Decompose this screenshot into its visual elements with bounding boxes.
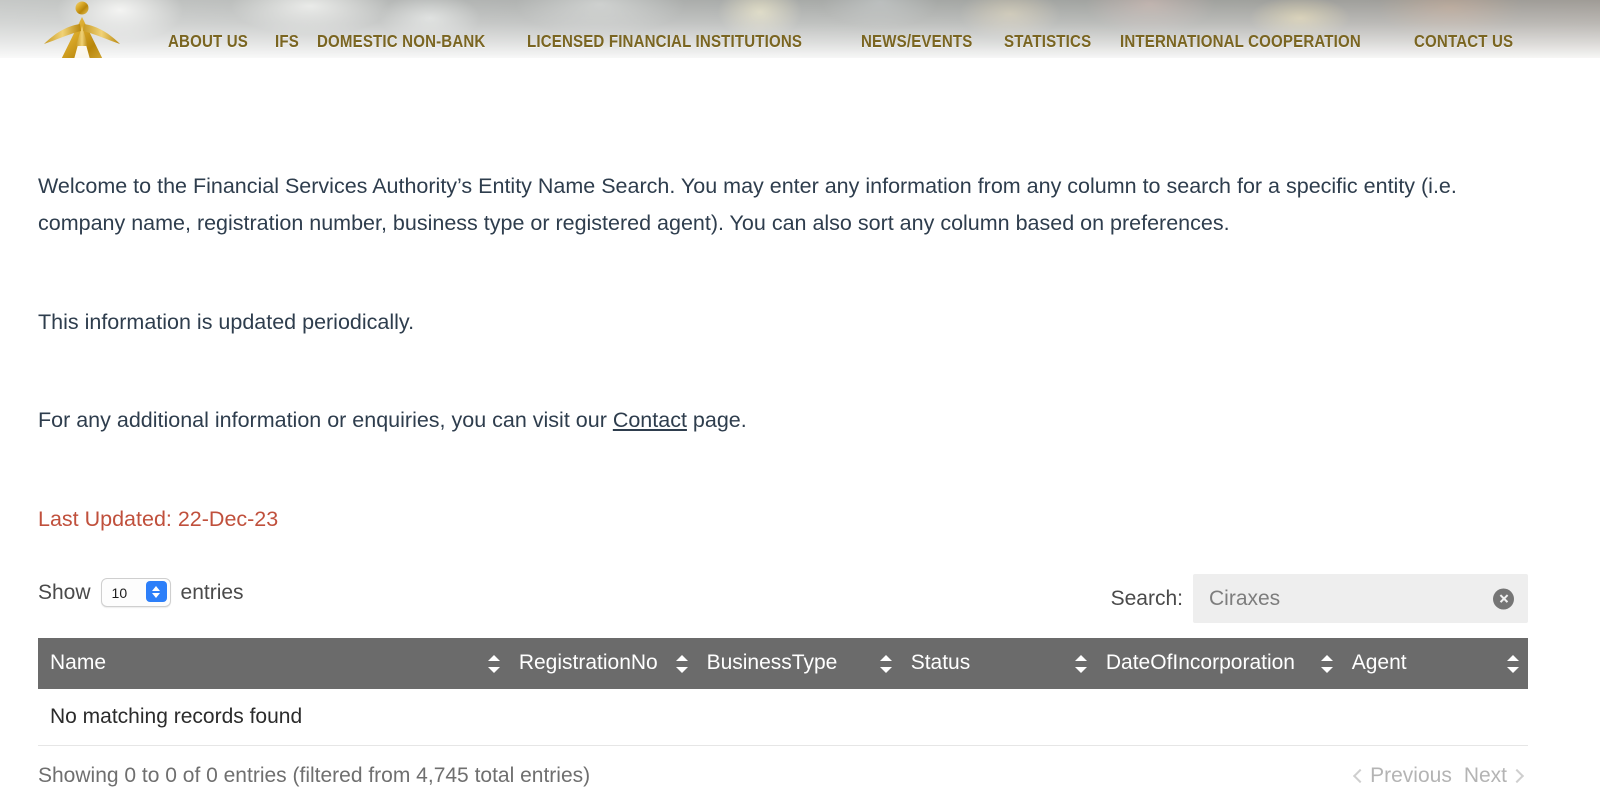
column-header-dateofincorporation[interactable]: DateOfIncorporation [1095,638,1342,689]
column-header-dateofincorporation-label: DateOfIncorporation [1105,651,1295,674]
table-info-text: Showing 0 to 0 of 0 entries (filtered fr… [38,764,591,787]
column-header-name[interactable]: Name [38,638,509,689]
contact-page-link[interactable]: Contact [613,408,687,432]
intro-paragraph-3: For any additional information or enquir… [38,402,747,439]
column-header-agent-label: Agent [1351,651,1407,674]
chevron-left-icon [1353,768,1368,784]
entries-label: entries [180,580,244,604]
page-length-value: 10 [111,584,128,601]
nav-item-contact-us[interactable]: CONTACT US [1414,31,1513,52]
sort-both-icon[interactable] [675,654,688,674]
nav-item-statistics[interactable]: STATISTICS [1004,31,1091,52]
next-page-label: Next [1463,764,1507,787]
datatable-footer: Showing 0 to 0 of 0 entries (filtered fr… [38,764,1528,804]
contact-sentence-suffix: page. [686,408,747,432]
site-banner: ABOUT US IFS DOMESTIC NON-BANK LICENSED … [0,0,1600,58]
table-row-empty: No matching records found [38,689,1528,746]
nav-item-about-us[interactable]: ABOUT US [168,31,248,52]
nav-item-news-events[interactable]: NEWS/EVENTS [861,31,972,52]
intro-paragraph-1: Welcome to the Financial Services Author… [38,174,1457,235]
sort-both-icon[interactable] [1507,654,1519,674]
datatable-controls: Show 10 entries Search: Ciraxes [38,574,1528,634]
search-control: Search: Ciraxes [1111,574,1528,623]
empty-message: No matching records found [38,689,1528,746]
entity-table-body: No matching records found [38,689,1528,746]
column-header-registrationno[interactable]: RegistrationNo [508,638,697,689]
search-input[interactable]: Ciraxes [1193,574,1528,623]
table-header-row: Name RegistrationNo BusinessType Status [38,638,1528,689]
sort-both-icon[interactable] [1320,654,1333,674]
entity-table-wrapper: Name RegistrationNo BusinessType Status [38,638,1528,746]
nav-item-international-cooperation[interactable]: INTERNATIONAL COOPERATION [1120,31,1361,52]
last-updated-text: Last Updated: 22-Dec-23 [38,507,279,531]
previous-page-button[interactable]: Previous [1349,764,1458,788]
column-header-status-label: Status [910,651,971,674]
entity-table: Name RegistrationNo BusinessType Status [38,638,1528,746]
search-input-value: Ciraxes [1209,586,1281,610]
nav-item-ifs[interactable]: IFS [275,31,299,52]
page-length-select[interactable]: 10 [100,578,171,607]
column-header-name-label: Name [50,651,107,674]
clear-search-icon[interactable] [1493,588,1514,609]
column-header-status[interactable]: Status [900,638,1096,689]
sort-both-icon[interactable] [879,654,892,674]
next-page-button[interactable]: Next [1458,764,1528,788]
intro-paragraph-2: This information is updated periodically… [38,310,415,334]
nav-item-domestic-non-bank[interactable]: DOMESTIC NON-BANK [317,31,485,52]
sort-both-icon[interactable] [487,654,500,674]
pagination-controls: Previous Next [1349,764,1528,788]
chevron-right-icon [1509,768,1525,784]
entity-table-head: Name RegistrationNo BusinessType Status [38,638,1528,689]
nav-item-licensed-financial-institutions[interactable]: LICENSED FINANCIAL INSTITUTIONS [527,31,802,52]
site-logo[interactable] [36,0,128,58]
main-navigation[interactable]: ABOUT US IFS DOMESTIC NON-BANK LICENSED … [150,31,1600,52]
page-length-control: Show 10 entries [38,578,244,607]
show-label: Show [38,580,91,604]
stepper-arrows-icon[interactable] [145,581,167,602]
column-header-agent[interactable]: Agent [1341,638,1528,689]
fsa-logo-icon [44,1,120,58]
column-header-registrationno-label: RegistrationNo [518,651,658,674]
previous-page-label: Previous [1370,764,1452,787]
column-header-businesstype[interactable]: BusinessType [696,638,901,689]
column-header-businesstype-label: BusinessType [706,651,838,674]
search-label: Search: [1110,586,1183,610]
contact-sentence-prefix: For any additional information or enquir… [38,408,613,432]
sort-both-icon[interactable] [1074,654,1087,674]
